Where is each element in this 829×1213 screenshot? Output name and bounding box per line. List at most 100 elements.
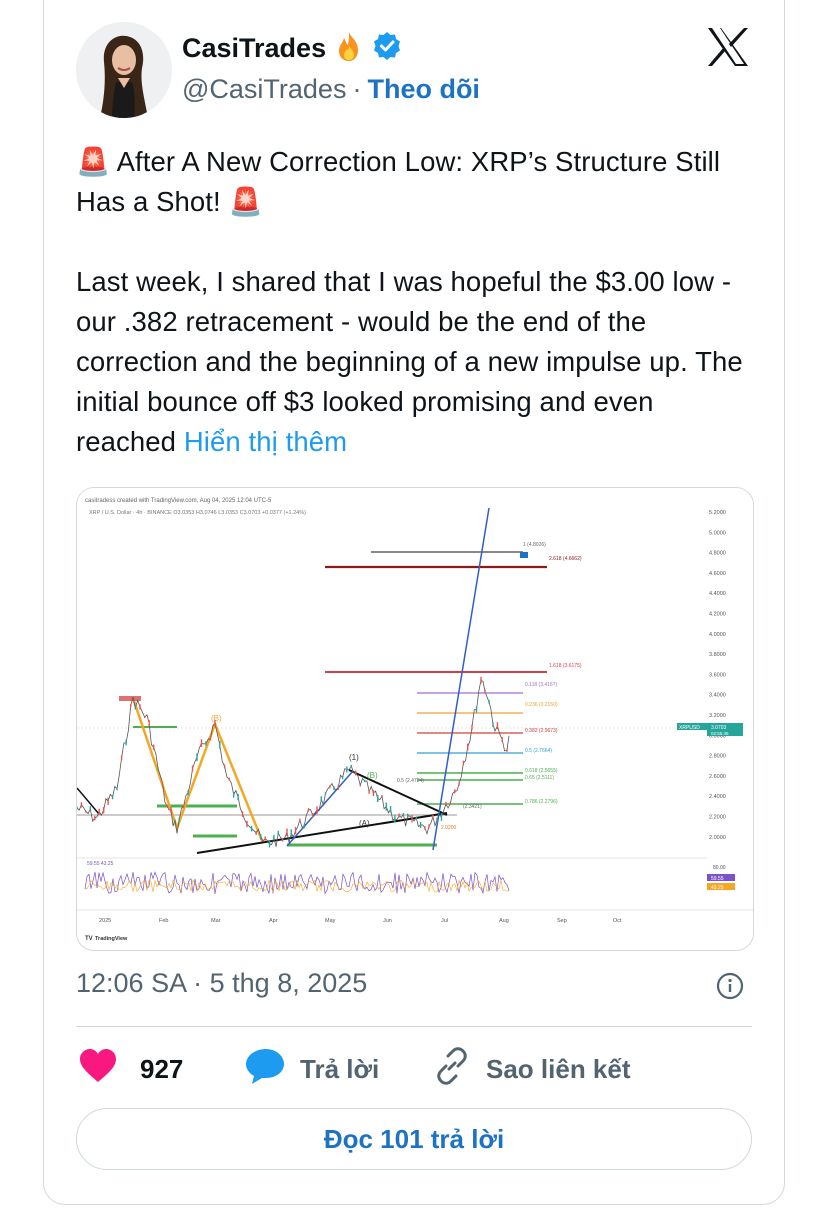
tweet-timestamp[interactable]: 12:06 SA · 5 thg 8, 2025 [76,968,367,999]
candle [341,775,344,780]
rsi-tick: 59.55 [711,876,724,882]
link-icon [432,1046,472,1093]
like-button[interactable]: 927 [78,1044,183,1094]
candle [496,722,499,730]
price-axis-tick: 2.2000 [709,815,726,821]
candle [467,743,469,751]
candle [143,715,146,719]
month-label: May [325,918,336,924]
wave-label: (A) [359,819,370,828]
candle [424,826,426,830]
candle [130,704,132,708]
x-logo-icon[interactable] [706,26,750,68]
price-axis-tick: 3.2000 [709,713,726,719]
month-label: Mar [211,918,221,924]
candle [228,777,230,781]
fib-label: 0.65 (2.5111) [525,775,554,781]
candle [320,796,322,802]
fib-label: 2.0200 [441,825,457,831]
candle [286,828,288,837]
tweet-headline: 🚨 After A New Correction Low: XRP’s Stru… [76,146,721,217]
candle [299,818,301,822]
month-label: Feb [159,918,168,924]
tv-logo: TradingView [95,936,128,942]
candle [389,806,392,813]
author-handle[interactable]: @CasiTrades [182,74,346,105]
candle [454,789,456,794]
candle [237,793,239,801]
candle [182,804,185,808]
candle [492,722,494,727]
candle [462,760,465,766]
month-label: Apr [269,918,278,924]
price-axis-tick: 4.0000 [709,632,726,638]
candle [445,802,447,807]
price-axis-tick: 3.8000 [709,652,726,658]
candle [161,781,164,785]
candle [134,705,137,710]
candle [205,741,207,746]
separator-dot: · [352,74,362,104]
info-icon[interactable] [716,972,744,1000]
fib-label: 1.618 (3.6175) [549,663,582,669]
candle [219,740,221,749]
candle [419,821,422,829]
chart-image[interactable]: casitradess created with TradingView.com… [76,487,754,951]
fib-label: 0.5 (2.4724) [397,778,424,784]
author-name[interactable]: CasiTrades [182,33,326,64]
candle [428,824,430,829]
candle [273,834,275,841]
show-more-link[interactable]: Hiển thị thêm [184,426,347,457]
candle [432,814,434,819]
fib-label: 0.382 (2.9673) [525,728,558,734]
candle [333,786,335,791]
candle [80,802,83,808]
candle [329,785,331,789]
price-axis-tick: 2.0000 [709,835,726,841]
price-axis-tick: 2.6000 [709,774,726,780]
wave-label: (1) [349,753,359,762]
wave-label: (B) [211,714,222,723]
candle [312,813,314,818]
like-count: 927 [140,1053,184,1084]
chart-symbol-line: XRP / U.S. Dollar · 4h · BINANCE O3.0353… [89,510,306,516]
price-tag-timer: 02:55:45 [711,731,729,736]
tweet-text: 🚨 After A New Correction Low: XRP’s Stru… [76,142,756,462]
candle [255,831,257,836]
candle [436,817,438,823]
month-label: Sep [557,918,567,924]
reply-label: Trả lời [300,1053,380,1084]
copy-link-button[interactable]: Sao liên kết [432,1044,631,1094]
reply-button[interactable]: Trả lời [244,1044,379,1094]
candle [191,765,194,772]
fib-label: 0.236 (3.2150) [525,702,558,708]
copy-link-label: Sao liên kết [486,1053,631,1084]
candle [501,737,503,743]
candle [372,790,375,797]
divider [76,1026,752,1027]
follow-button[interactable]: Theo dõi [367,74,479,105]
tweet-body-text: Last week, I shared that I was hopeful t… [76,266,743,457]
candle [398,813,400,818]
candle [385,802,387,811]
candle [223,764,226,769]
avatar[interactable] [76,22,172,118]
svg-text:TV: TV [85,936,93,942]
candle [178,817,180,822]
candle [449,801,452,805]
fib-label: 0.618 (2.5655) [525,768,558,774]
candle [232,791,235,798]
month-label: Jun [383,918,392,924]
read-replies-button[interactable]: Đọc 101 trả lời [76,1108,752,1170]
candle [307,808,310,812]
candle [107,797,109,806]
fib-label: (2.3421) [463,804,482,810]
candle [85,810,87,813]
candle [364,779,366,783]
candle [355,770,357,776]
candle [350,764,352,768]
candle [346,766,348,773]
fib-label: 2.618 (4.6662) [549,556,582,562]
candle [303,824,305,829]
candle [415,816,417,820]
